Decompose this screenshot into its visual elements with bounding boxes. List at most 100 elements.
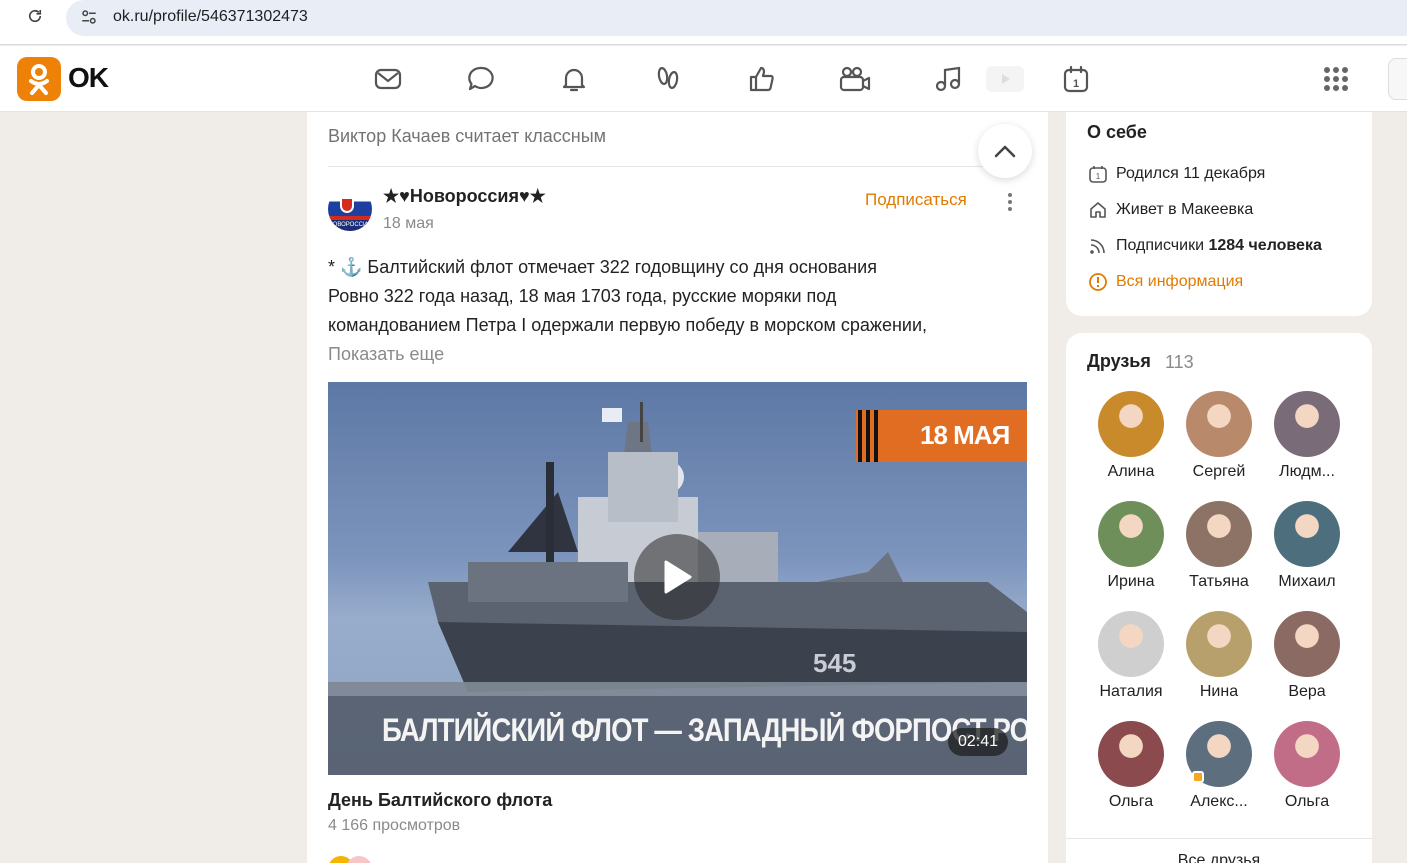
- friend-avatar[interactable]: [1098, 721, 1164, 787]
- like-icon[interactable]: [744, 61, 780, 97]
- followers-count: 1284 человека: [1208, 237, 1322, 254]
- mail-icon[interactable]: [370, 61, 406, 97]
- ok-logo-icon[interactable]: [17, 57, 61, 101]
- friend-name[interactable]: Алина: [1091, 463, 1171, 481]
- friend-avatar[interactable]: [1274, 391, 1340, 457]
- friend-avatar[interactable]: [1098, 391, 1164, 457]
- friend-item[interactable]: Татьяна: [1179, 501, 1259, 591]
- about-card: О себе 1 Родился 11 декабря Живет в Маке…: [1066, 112, 1372, 316]
- friend-item[interactable]: Нина: [1179, 611, 1259, 701]
- friend-avatar[interactable]: [1274, 501, 1340, 567]
- friend-item[interactable]: Наталия: [1091, 611, 1171, 701]
- about-title: О себе: [1087, 122, 1147, 142]
- friend-name[interactable]: Алекс...: [1179, 793, 1259, 811]
- friend-name[interactable]: Ирина: [1091, 573, 1171, 591]
- logo-text[interactable]: OK: [68, 62, 109, 94]
- calendar-icon: 1: [1087, 163, 1109, 185]
- post-text-line: Ровно 322 года назад, 18 мая 1703 года, …: [328, 286, 837, 306]
- st-george-ribbon: [858, 410, 880, 462]
- friend-item[interactable]: Ольга: [1267, 721, 1347, 811]
- show-more-link[interactable]: Показать еще: [328, 344, 444, 365]
- friend-avatar[interactable]: [1274, 611, 1340, 677]
- scroll-up-button[interactable]: [978, 124, 1032, 178]
- music-icon[interactable]: [930, 61, 966, 97]
- birthday-row: 1 Родился 11 декабря: [1087, 162, 1367, 186]
- followers-row[interactable]: Подписчики 1284 человека: [1087, 234, 1367, 258]
- friend-name[interactable]: Вера: [1267, 683, 1347, 701]
- friend-name[interactable]: Людм...: [1267, 463, 1347, 481]
- birthday-text: Родился 11 декабря: [1116, 165, 1266, 182]
- browser-toolbar: ok.ru/profile/546371302473: [0, 0, 1407, 45]
- followers-label: Подписчики: [1116, 237, 1205, 254]
- video-player[interactable]: 545 18 МАЯ БАЛТИЙСКИЙ ФЛОТ — ЗАПАДНЫЙ ФО…: [328, 382, 1027, 775]
- apps-grid-icon[interactable]: [1318, 61, 1354, 97]
- friend-avatar[interactable]: [1098, 611, 1164, 677]
- coat-of-arms-icon: [340, 197, 354, 213]
- reload-icon[interactable]: [24, 5, 46, 27]
- play-icon[interactable]: [634, 534, 720, 620]
- svg-text:1: 1: [1096, 172, 1101, 181]
- more-options-icon[interactable]: [1000, 190, 1020, 214]
- url-text[interactable]: ok.ru/profile/546371302473: [113, 8, 308, 26]
- friend-item[interactable]: Ирина: [1091, 501, 1171, 591]
- friend-name[interactable]: Ольга: [1091, 793, 1171, 811]
- reactions-row[interactable]: [328, 856, 378, 863]
- group-avatar[interactable]: НОВОРОССИЯ: [328, 187, 372, 231]
- friend-avatar[interactable]: [1274, 721, 1340, 787]
- friend-item[interactable]: Михаил: [1267, 501, 1347, 591]
- friend-item[interactable]: Ольга: [1091, 721, 1171, 811]
- friend-avatar[interactable]: [1186, 611, 1252, 677]
- friend-name[interactable]: Сергей: [1179, 463, 1259, 481]
- friend-name[interactable]: Нина: [1179, 683, 1259, 701]
- info-icon: [1087, 271, 1109, 293]
- video-title[interactable]: День Балтийского флота: [328, 790, 552, 811]
- feed-post-card: Виктор Качаев считает классным НОВОРОССИ…: [307, 112, 1048, 863]
- friend-name[interactable]: Татьяна: [1179, 573, 1259, 591]
- all-friends-link[interactable]: Все друзья: [1066, 852, 1372, 863]
- friends-count: 113: [1165, 352, 1194, 372]
- subscribe-button[interactable]: Подписаться: [865, 190, 967, 210]
- friend-name[interactable]: Михаил: [1267, 573, 1347, 591]
- friend-item[interactable]: Вера: [1267, 611, 1347, 701]
- ok-badge-icon: [1192, 771, 1204, 783]
- post-text-line: * ⚓ Балтийский флот отмечает 322 годовщи…: [328, 257, 877, 277]
- friend-avatar[interactable]: [1186, 501, 1252, 567]
- friend-name[interactable]: Наталия: [1091, 683, 1171, 701]
- activity-header[interactable]: Виктор Качаев считает классным: [328, 126, 606, 147]
- location-text: Живет в Макеевка: [1116, 201, 1254, 218]
- friend-item[interactable]: Алина: [1091, 391, 1171, 481]
- friends-title[interactable]: Друзья: [1087, 351, 1151, 372]
- post-date[interactable]: 18 мая: [383, 215, 434, 233]
- followers-text: Подписчики 1284 человека: [1116, 237, 1322, 255]
- video-caption: БАЛТИЙСКИЙ ФЛОТ — ЗАПАДНЫЙ ФОРПОСТ РОССИ…: [382, 712, 1027, 748]
- views-count: 4 166 просмотров: [328, 817, 461, 834]
- all-info-row[interactable]: Вся информация: [1087, 270, 1367, 294]
- games-icon[interactable]: [986, 66, 1024, 92]
- video-duration: 02:41: [948, 728, 1008, 756]
- calendar-icon[interactable]: 1: [1058, 61, 1094, 97]
- friend-name[interactable]: Ольга: [1267, 793, 1347, 811]
- divider: [328, 166, 1028, 167]
- friend-avatar[interactable]: [1186, 391, 1252, 457]
- divider: [1066, 838, 1372, 839]
- avatar-label: НОВОРОССИЯ: [328, 220, 372, 231]
- group-name-link[interactable]: ★♥Новороссия♥★: [383, 186, 546, 207]
- site-settings-icon[interactable]: [78, 6, 100, 28]
- banner-text: 18 МАЯ: [920, 420, 1010, 450]
- chat-icon[interactable]: [463, 61, 499, 97]
- reaction-icon: [346, 856, 372, 863]
- user-menu-button[interactable]: [1388, 58, 1407, 100]
- friend-item[interactable]: Алекс...: [1179, 721, 1259, 811]
- friend-avatar[interactable]: [1098, 501, 1164, 567]
- address-bar[interactable]: ok.ru/profile/546371302473: [66, 0, 1407, 36]
- friend-item[interactable]: Людм...: [1267, 391, 1347, 481]
- bell-icon[interactable]: [556, 61, 592, 97]
- friends-card: Друзья 113 Алина Сергей Людм... Ирина Татьян…: [1066, 333, 1372, 863]
- guests-icon[interactable]: [650, 61, 686, 97]
- friend-avatar[interactable]: [1186, 721, 1252, 787]
- friend-item[interactable]: Сергей: [1179, 391, 1259, 481]
- all-info-link[interactable]: Вся информация: [1116, 273, 1243, 291]
- svg-text:1: 1: [1073, 78, 1079, 90]
- location-row: Живет в Макеевка: [1087, 198, 1367, 222]
- video-camera-icon[interactable]: [837, 61, 873, 97]
